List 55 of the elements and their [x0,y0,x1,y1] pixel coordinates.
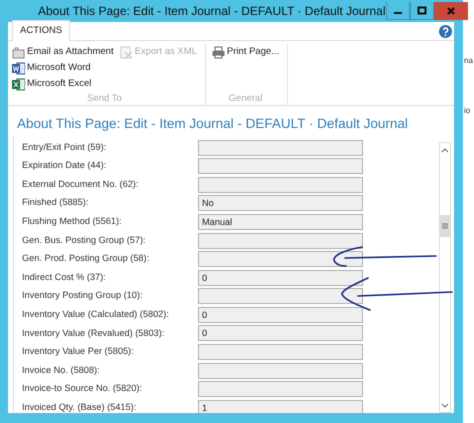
input-field[interactable]: 0 [198,306,363,323]
input-field[interactable] [198,140,363,156]
document-icon [120,46,133,58]
input-field[interactable] [198,232,363,249]
scroll-thumb[interactable] [440,215,450,238]
input-field[interactable]: 1 [198,400,363,413]
ribbon-action[interactable]: Microsoft Excel [12,76,114,92]
field-label: External Document No. (62): [22,178,140,191]
field-label: Entry/Exit Point (59): [22,140,108,154]
field-label: Finished (5885): [22,196,90,210]
field-label: Invoiced Qty. (Base) (5415): [22,400,138,413]
input-field[interactable] [198,362,363,379]
field-label: Inventory Value (Revalued) (5803): [22,326,166,340]
input-field[interactable] [198,344,363,360]
help-icon[interactable] [439,24,452,38]
input-field[interactable] [198,158,363,174]
field-label: Flushing Method (5561): [22,215,123,228]
minimize-button[interactable] [386,2,410,20]
field-label: Indirect Cost % (37): [22,270,107,284]
input-field[interactable]: No [198,195,363,212]
input-field[interactable]: Manual [198,214,363,230]
group-label: Send To [86,92,123,106]
maximize-button[interactable] [410,2,434,20]
scroll-down-icon[interactable] [441,402,449,408]
field-label: Invoice No. (5808): [22,364,101,377]
close-icon [446,6,456,16]
window-title: About This Page: Edit - Item Journal - DEFAULT · Default Journal [37,3,386,20]
ribbon-action[interactable]: Microsoft Word [12,60,114,76]
field-label: Inventory Value Per (5805): [22,345,135,358]
input-field[interactable] [198,381,363,398]
group-label: General [228,92,264,106]
field-label: Gen. Prod. Posting Group (58): [22,252,150,266]
word-document-icon [12,62,25,74]
printer-icon [212,46,225,58]
input-field[interactable] [198,251,363,268]
field-label: Invoice-to Source No. (5820): [22,382,144,396]
field-label: Inventory Value (Calculated) (5802): [22,308,170,321]
close-button[interactable] [434,2,468,20]
background-text: na [464,55,473,67]
input-field[interactable] [198,176,363,193]
input-field[interactable]: 0 [198,270,363,286]
maximize-icon [416,6,426,15]
ribbon-tab[interactable]: ACTIONS [12,20,70,41]
field-label: Gen. Bus. Posting Group (57): [22,234,147,247]
field-label: Expiration Date (44): [22,159,108,172]
ribbon-action[interactable]: Print Page... [212,44,280,60]
page-heading: About This Page: Edit - Item Journal - DEFAULT · Default Journal [16,115,409,133]
background-text: io [464,105,470,117]
field-label: Inventory Posting Group (10): [22,289,144,302]
scrollbar[interactable] [439,142,451,413]
spreadsheet-icon [12,78,25,90]
scroll-up-icon[interactable] [441,148,449,153]
input-field[interactable]: 0 [198,325,363,342]
ribbon-action[interactable]: Email as Attachment [12,44,114,60]
input-field[interactable] [198,288,363,304]
